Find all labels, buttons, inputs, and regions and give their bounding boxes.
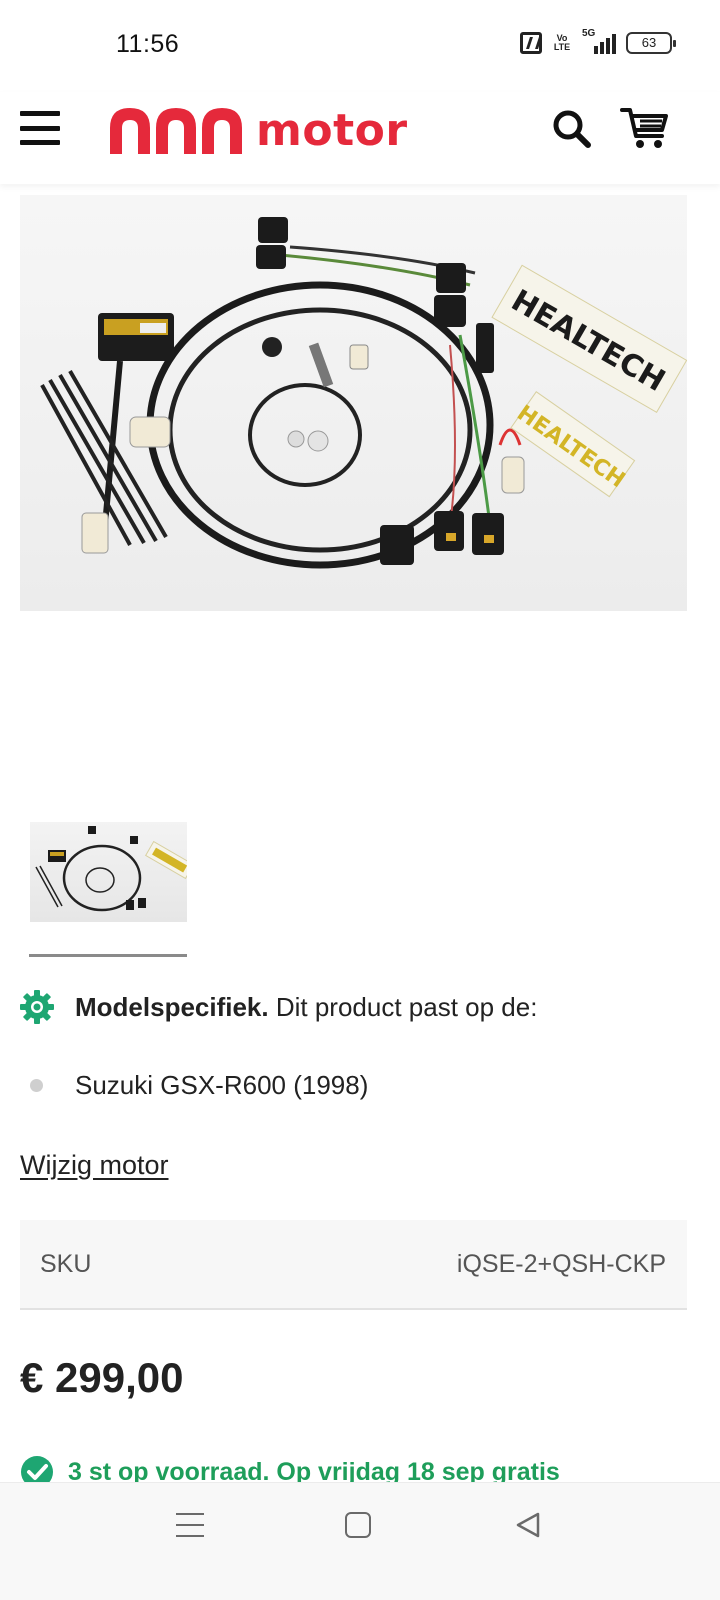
model-specific-rest: Dit product past op de: bbox=[268, 991, 538, 1022]
compatible-bike-item: Suzuki GSX-R600 (1998) bbox=[30, 1070, 368, 1101]
sku-label: SKU bbox=[40, 1250, 92, 1278]
site-header: motor bbox=[0, 92, 720, 184]
product-image[interactable]: HEALTECH HEALTECH bbox=[20, 195, 687, 611]
thumbnail-photo bbox=[35, 826, 187, 912]
product-thumbnail[interactable] bbox=[30, 822, 187, 922]
search-icon[interactable] bbox=[551, 108, 591, 148]
brand-name: motor bbox=[256, 104, 408, 156]
system-nav-bar bbox=[0, 1482, 720, 1600]
model-specific-notice: Modelspecifiek. Dit product past op de: bbox=[20, 990, 537, 1024]
product-photo: HEALTECH HEALTECH bbox=[40, 217, 687, 569]
logo[interactable]: motor bbox=[106, 102, 408, 158]
status-icons: Vo LTE 5G 63 bbox=[520, 28, 676, 54]
product-price: € 299,00 bbox=[20, 1354, 184, 1401]
menu-icon[interactable] bbox=[20, 111, 60, 145]
gear-icon bbox=[20, 990, 54, 1024]
battery-icon: 63 bbox=[626, 32, 676, 54]
sku-row: SKU iQSE-2+QSH-CKP bbox=[20, 1220, 687, 1310]
home-icon[interactable] bbox=[345, 1512, 371, 1538]
signal-icon: 5G bbox=[582, 28, 616, 54]
status-bar: 11:56 Vo LTE 5G 63 bbox=[0, 0, 720, 92]
logo-mark-icon bbox=[110, 108, 242, 154]
thumbnail-active-indicator bbox=[29, 954, 187, 957]
status-time: 11:56 bbox=[116, 30, 180, 58]
volte-icon: Vo LTE bbox=[553, 33, 571, 52]
change-bike-link[interactable]: Wijzig motor bbox=[20, 1150, 169, 1181]
nfc-icon bbox=[520, 32, 542, 54]
recents-icon[interactable] bbox=[176, 1513, 204, 1537]
model-specific-text: Modelspecifiek. Dit product past op de: bbox=[75, 992, 537, 1023]
page: 11:56 Vo LTE 5G 63 motor HEALTECH HEALTE… bbox=[0, 0, 720, 1600]
model-specific-bold: Modelspecifiek. bbox=[75, 991, 269, 1022]
sku-value: iQSE-2+QSH-CKP bbox=[456, 1250, 666, 1278]
back-icon[interactable] bbox=[514, 1511, 542, 1539]
compatible-bike-name: Suzuki GSX-R600 (1998) bbox=[75, 1070, 369, 1100]
bullet-icon bbox=[30, 1079, 43, 1092]
cart-icon[interactable] bbox=[620, 106, 668, 150]
network-type-label: 5G bbox=[582, 28, 596, 39]
